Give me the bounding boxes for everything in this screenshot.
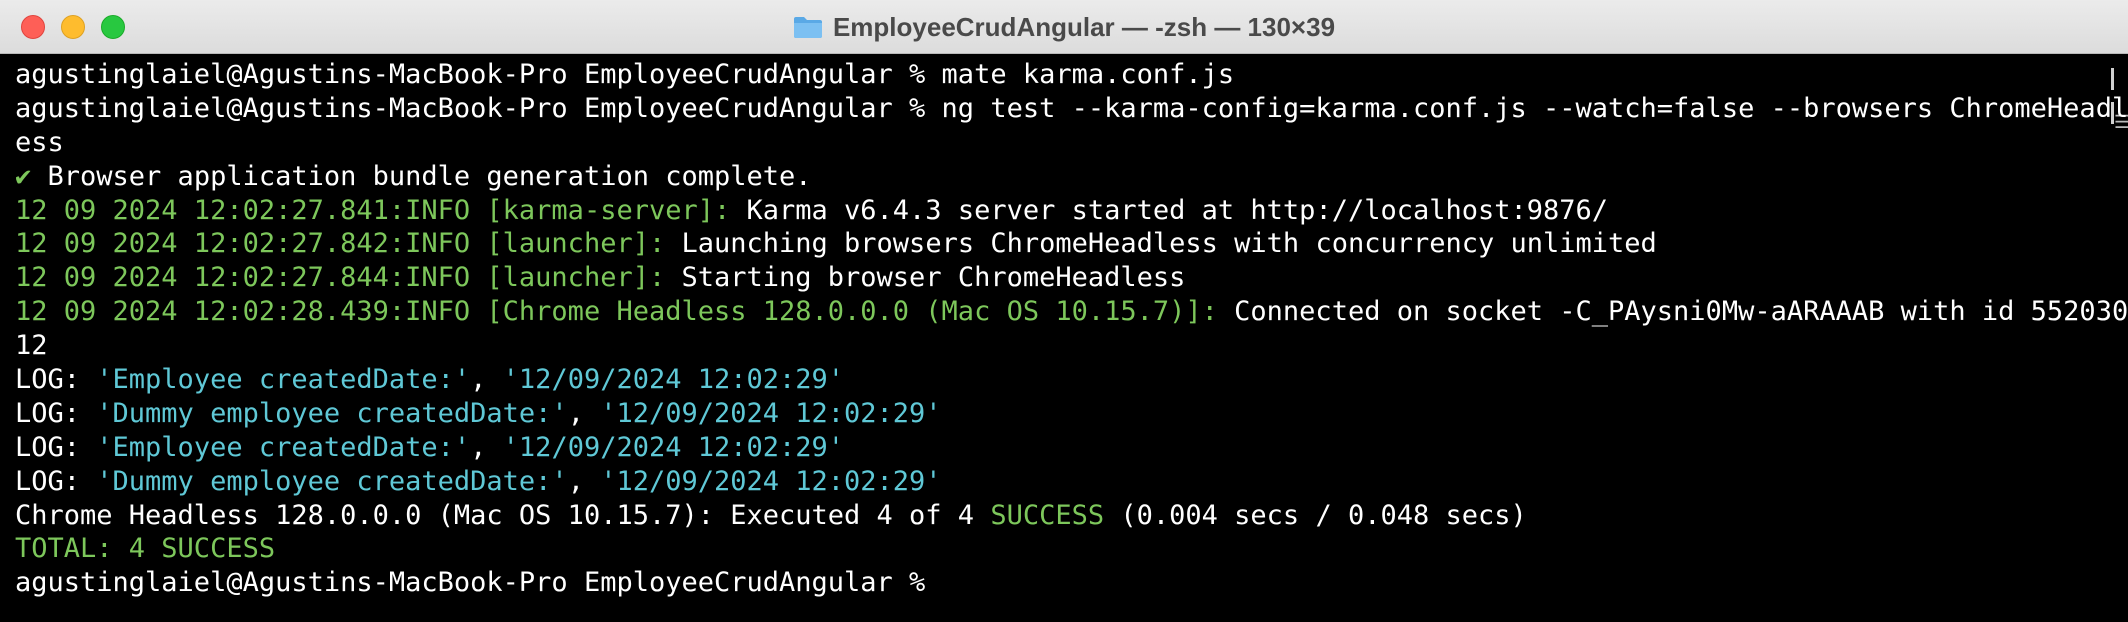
terminal-line: agustinglaiel@Agustins-MacBook-Pro Emplo… <box>15 58 2128 92</box>
terminal-output-area[interactable]: ☰ agustinglaiel@Agustins-MacBook-Pro Emp… <box>0 54 2128 622</box>
terminal-text: 'Dummy employee createdDate:' <box>96 397 568 429</box>
terminal-text: Starting browser ChromeHeadless <box>681 262 1186 294</box>
terminal-text: , <box>567 465 601 497</box>
terminal-text: LOG: <box>15 465 97 497</box>
terminal-text: , <box>567 397 601 429</box>
folder-icon <box>793 15 823 39</box>
terminal-text: Connected on socket -C_PAysni0Mw-aARAAAB… <box>1234 296 2128 328</box>
terminal-window: EmployeeCrudAngular — -zsh — 130×39 ☰ ag… <box>0 0 2128 622</box>
terminal-line: LOG: 'Employee createdDate:', '12/09/202… <box>15 431 2128 465</box>
terminal-text: , <box>470 364 503 396</box>
terminal-text: LOG: <box>15 364 97 396</box>
terminal-text: 12 <box>15 330 48 362</box>
terminal-line: ✔ Browser application bundle generation … <box>15 160 2128 194</box>
terminal-text: ess <box>15 126 64 158</box>
terminal-text: Chrome Headless 128.0.0.0 (Mac OS 10.15.… <box>15 499 991 531</box>
terminal-text: Browser application bundle generation co… <box>47 160 812 192</box>
terminal-line: LOG: 'Dummy employee createdDate:', '12/… <box>15 465 2128 499</box>
terminal-text: SUCCESS <box>990 499 1105 531</box>
terminal-text: Launching browsers ChromeHeadless with c… <box>681 228 1657 260</box>
terminal-line: agustinglaiel@Agustins-MacBook-Pro Emplo… <box>15 92 2128 126</box>
terminal-text: 12 09 2024 12:02:27.844:INFO [launcher]: <box>15 262 682 294</box>
terminal-text: TOTAL: 4 SUCCESS <box>15 533 276 565</box>
terminal-text: '12/09/2024 12:02:29' <box>600 397 942 429</box>
terminal-text: 'Employee createdDate:' <box>96 364 471 396</box>
window-title-group: EmployeeCrudAngular — -zsh — 130×39 <box>0 0 2128 54</box>
terminal-text: 'Employee createdDate:' <box>96 431 471 463</box>
terminal-lines: agustinglaiel@Agustins-MacBook-Pro Emplo… <box>15 58 2128 600</box>
terminal-text: agustinglaiel@Agustins-MacBook-Pro Emplo… <box>15 567 942 599</box>
terminal-line: LOG: 'Employee createdDate:', '12/09/202… <box>15 363 2128 397</box>
terminal-line: 12 09 2024 12:02:27.841:INFO [karma-serv… <box>15 194 2128 228</box>
terminal-text: agustinglaiel@Agustins-MacBook-Pro Emplo… <box>15 92 2128 124</box>
terminal-text: Karma v6.4.3 server started at http://lo… <box>746 194 1609 226</box>
terminal-text: ✔ <box>15 160 48 192</box>
terminal-line: 12 <box>15 329 2128 363</box>
terminal-line: TOTAL: 4 SUCCESS <box>15 532 2128 566</box>
terminal-text: 12 09 2024 12:02:27.842:INFO [launcher]: <box>15 228 682 260</box>
terminal-line: 12 09 2024 12:02:27.844:INFO [launcher]:… <box>15 261 2128 295</box>
terminal-text: '12/09/2024 12:02:29' <box>502 364 845 396</box>
terminal-line: LOG: 'Dummy employee createdDate:', '12/… <box>15 397 2128 431</box>
terminal-text: LOG: <box>15 397 97 429</box>
terminal-line: ess <box>15 126 2128 160</box>
terminal-line: Chrome Headless 128.0.0.0 (Mac OS 10.15.… <box>15 499 2128 533</box>
terminal-line: 12 09 2024 12:02:28.439:INFO [Chrome Hea… <box>15 295 2128 329</box>
terminal-text: 'Dummy employee createdDate:' <box>96 465 568 497</box>
terminal-text: 12 09 2024 12:02:28.439:INFO [Chrome Hea… <box>15 296 1235 328</box>
terminal-text: , <box>470 431 503 463</box>
terminal-line: agustinglaiel@Agustins-MacBook-Pro Emplo… <box>15 566 2128 600</box>
terminal-text: agustinglaiel@Agustins-MacBook-Pro Emplo… <box>15 59 1235 90</box>
terminal-text: 12 09 2024 12:02:27.841:INFO [karma-serv… <box>15 194 747 226</box>
terminal-text: '12/09/2024 12:02:29' <box>502 431 845 463</box>
terminal-line: 12 09 2024 12:02:27.842:INFO [launcher]:… <box>15 227 2128 261</box>
window-title: EmployeeCrudAngular — -zsh — 130×39 <box>832 11 1336 42</box>
terminal-text: '12/09/2024 12:02:29' <box>600 465 942 497</box>
terminal-text: (0.004 secs / 0.048 secs) <box>1104 499 1527 531</box>
terminal-text: LOG: <box>15 431 97 463</box>
title-bar[interactable]: EmployeeCrudAngular — -zsh — 130×39 <box>0 0 2128 54</box>
